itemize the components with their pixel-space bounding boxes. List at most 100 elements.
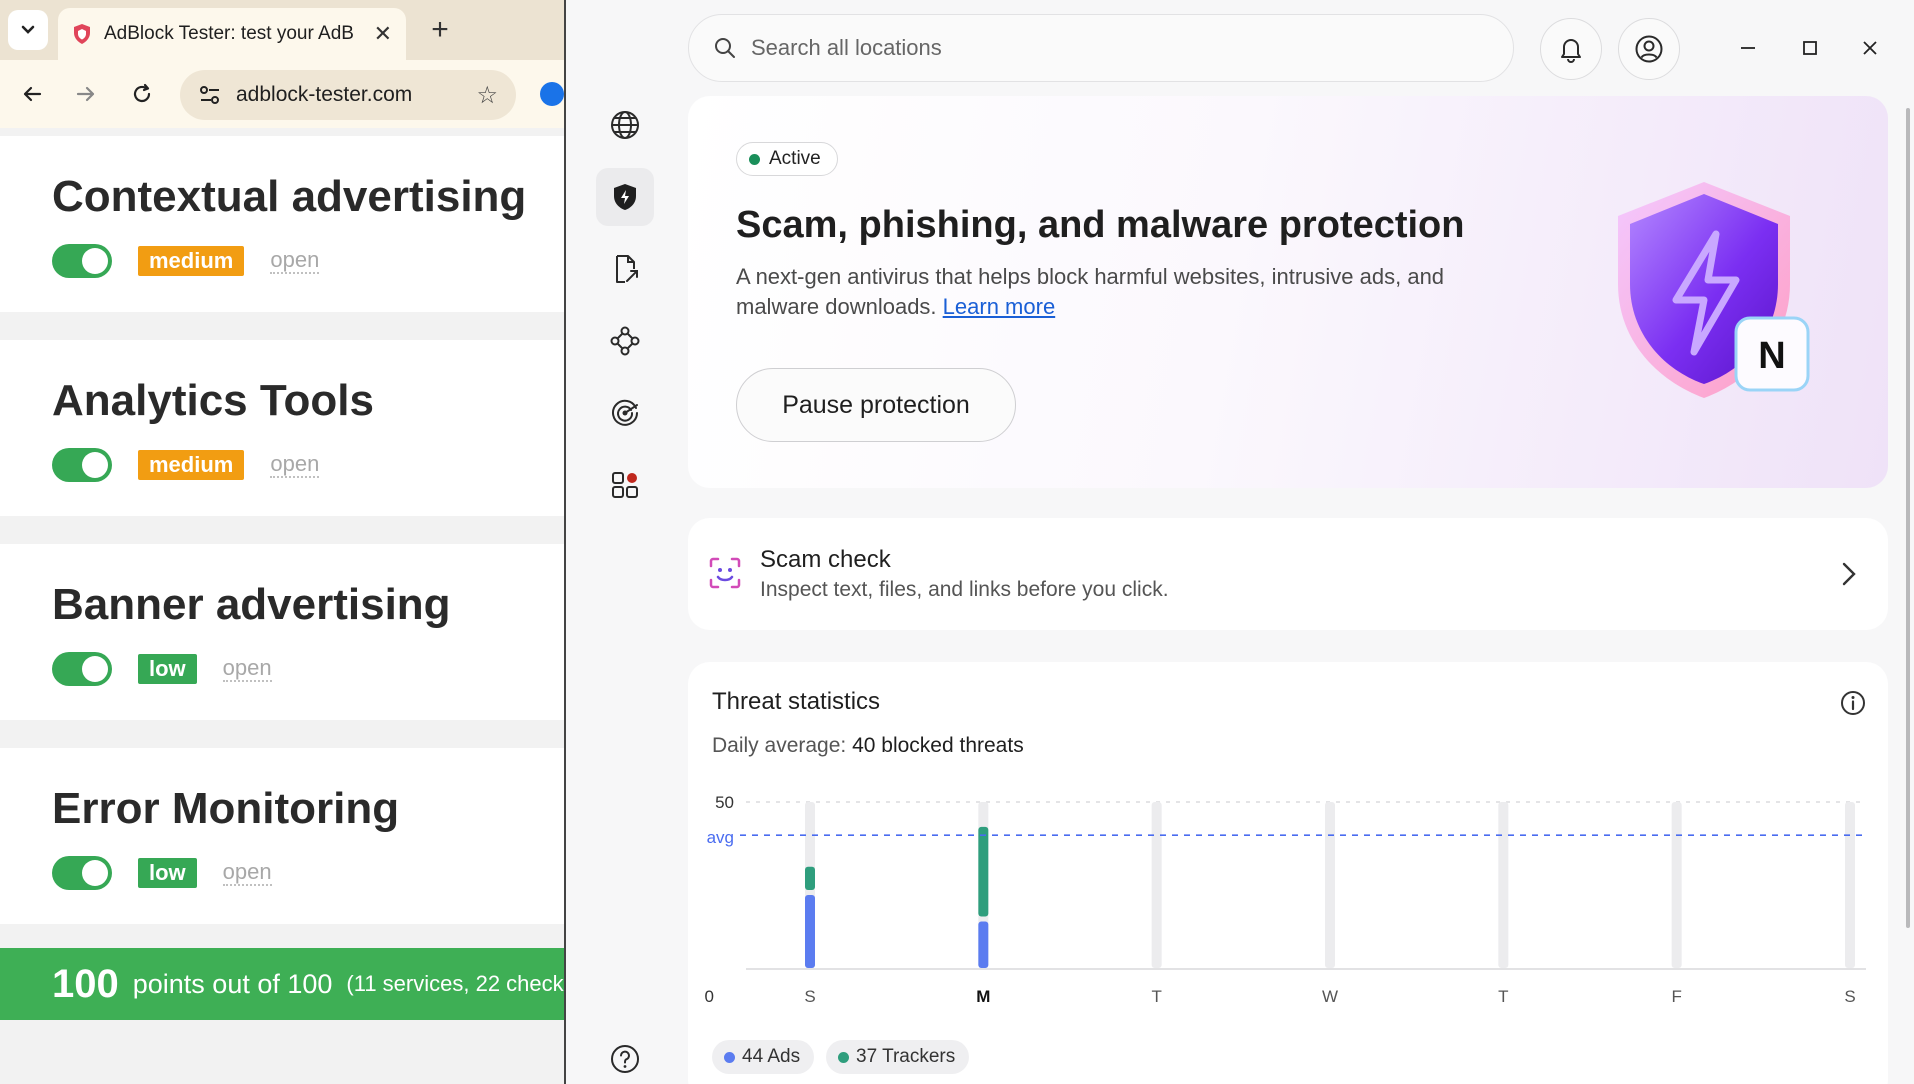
threat-chart: 50 0 S M T W T F Savg [705, 793, 1866, 1006]
nav-apps[interactable] [596, 456, 654, 514]
hero-description: A next-gen antivirus that helps block ha… [736, 262, 1496, 322]
scrollbar[interactable] [1906, 108, 1910, 928]
score-value: 100 [52, 961, 119, 1006]
adblock-tester-page: Contextual advertising medium open Analy… [0, 128, 564, 1084]
navigation-rail [566, 0, 684, 1084]
arrow-left-icon [23, 86, 42, 102]
learn-more-link[interactable]: Learn more [943, 294, 1056, 319]
bookmark-star-icon[interactable]: ☆ [476, 81, 498, 110]
bar-trackers [805, 866, 815, 890]
chevron-down-icon [21, 25, 35, 34]
tab-search-button[interactable] [8, 10, 48, 50]
apps-grid-icon [612, 472, 638, 498]
scam-check-subtitle: Inspect text, files, and links before yo… [760, 578, 1169, 601]
severity-badge: medium [138, 450, 245, 480]
severity-badge: medium [138, 246, 245, 276]
account-button[interactable] [1618, 18, 1680, 80]
reload-button[interactable] [122, 74, 162, 114]
status-badge: Active [736, 142, 838, 176]
site-settings-icon [200, 86, 219, 104]
service-card: Error Monitoring low open [0, 748, 564, 924]
daily-average-value: 40 blocked threats [852, 734, 1024, 757]
severity-badge: low [138, 858, 197, 888]
nav-mesh[interactable] [596, 312, 654, 370]
bar-ads [805, 894, 815, 968]
threat-statistics-card: Threat statistics Daily average: 40 bloc… [688, 662, 1888, 1084]
stats-title: Threat statistics [712, 688, 881, 715]
new-tab-button[interactable]: + [420, 10, 460, 50]
open-link[interactable]: open [270, 248, 320, 274]
bar-ads [978, 921, 989, 968]
back-button[interactable] [12, 74, 52, 114]
search-input[interactable] [751, 35, 1451, 61]
service-toggle[interactable] [52, 244, 112, 278]
service-toggle[interactable] [52, 856, 112, 890]
browser-toolbar: adblock-tester.com ☆ [0, 60, 564, 128]
minimize-button[interactable] [1726, 26, 1770, 70]
service-card: Banner advertising low open [0, 544, 564, 720]
average-label: avg [707, 828, 734, 847]
nav-file-share[interactable] [596, 240, 654, 298]
brand-badge-text: N [1758, 335, 1785, 377]
pause-protection-button[interactable]: Pause protection [736, 368, 1016, 442]
tab-title: AdBlock Tester: test your AdBlo [104, 23, 354, 44]
status-text: Active [769, 148, 821, 169]
open-link[interactable]: open [222, 860, 272, 886]
hero-description-text: A next-gen antivirus that helps block ha… [736, 264, 1445, 319]
nav-help[interactable] [596, 1030, 654, 1084]
service-controls: medium open [52, 448, 320, 482]
status-dot [749, 153, 760, 165]
mesh-network-icon [610, 326, 640, 356]
browser-tab-active[interactable]: AdBlock Tester: test your AdBlo ✕ [58, 8, 406, 60]
protection-hero-card: Active Scam, phishing, and malware prote… [688, 96, 1888, 488]
close-window-button[interactable] [1848, 26, 1892, 70]
service-card: Analytics Tools medium open [0, 340, 564, 516]
x-tick-label: W [1322, 987, 1338, 1006]
scam-check-title: Scam check [760, 546, 891, 573]
service-controls: low open [52, 856, 272, 890]
notifications-button[interactable] [1540, 18, 1602, 80]
open-link[interactable]: open [222, 656, 272, 682]
info-icon[interactable] [1840, 690, 1866, 716]
maximize-button[interactable] [1788, 26, 1832, 70]
daily-average: Daily average: 40 blocked threats [712, 734, 1024, 758]
service-toggle[interactable] [52, 652, 112, 686]
bar-track [1498, 802, 1509, 968]
tab-strip: AdBlock Tester: test your AdBlo ✕ + [0, 0, 564, 60]
y-tick-label: 0 [705, 987, 714, 1006]
y-tick-label: 50 [715, 793, 734, 812]
bar-track [1671, 802, 1682, 968]
legend-ads-label: 44 Ads [742, 1046, 801, 1067]
open-link[interactable]: open [270, 452, 320, 478]
scam-check-card[interactable]: Scam check Inspect text, files, and link… [688, 518, 1888, 630]
hero-title: Scam, phishing, and malware protection [736, 204, 1465, 246]
bar-trackers [978, 826, 989, 917]
reload-icon [133, 83, 151, 103]
url-text: adblock-tester.com [236, 83, 413, 106]
search-box[interactable] [688, 14, 1514, 82]
arrow-right-icon [76, 86, 95, 102]
score-label: points out of 100 [132, 968, 333, 999]
minimize-icon [1741, 47, 1755, 49]
service-toggle[interactable] [52, 448, 112, 482]
help-icon [611, 1045, 639, 1073]
extension-icon[interactable] [540, 82, 564, 106]
nav-dark-web[interactable] [596, 384, 654, 442]
plus-icon: + [431, 13, 449, 46]
globe-icon [611, 111, 639, 139]
service-title: Banner advertising [52, 580, 451, 629]
file-share-icon [616, 255, 638, 283]
address-bar[interactable]: adblock-tester.com ☆ [180, 70, 516, 120]
scan-face-icon [709, 557, 741, 589]
forward-button[interactable] [66, 74, 106, 114]
bell-icon [1561, 39, 1581, 63]
nav-globe[interactable] [596, 96, 654, 154]
x-tick-label: F [1671, 987, 1681, 1006]
user-icon [1635, 35, 1663, 63]
severity-badge: low [138, 654, 197, 684]
bar-track [1325, 802, 1335, 968]
bar-track [1845, 802, 1855, 968]
bar-track [1151, 802, 1162, 968]
nav-protection[interactable] [596, 168, 654, 226]
tab-close-icon[interactable]: ✕ [374, 21, 392, 47]
